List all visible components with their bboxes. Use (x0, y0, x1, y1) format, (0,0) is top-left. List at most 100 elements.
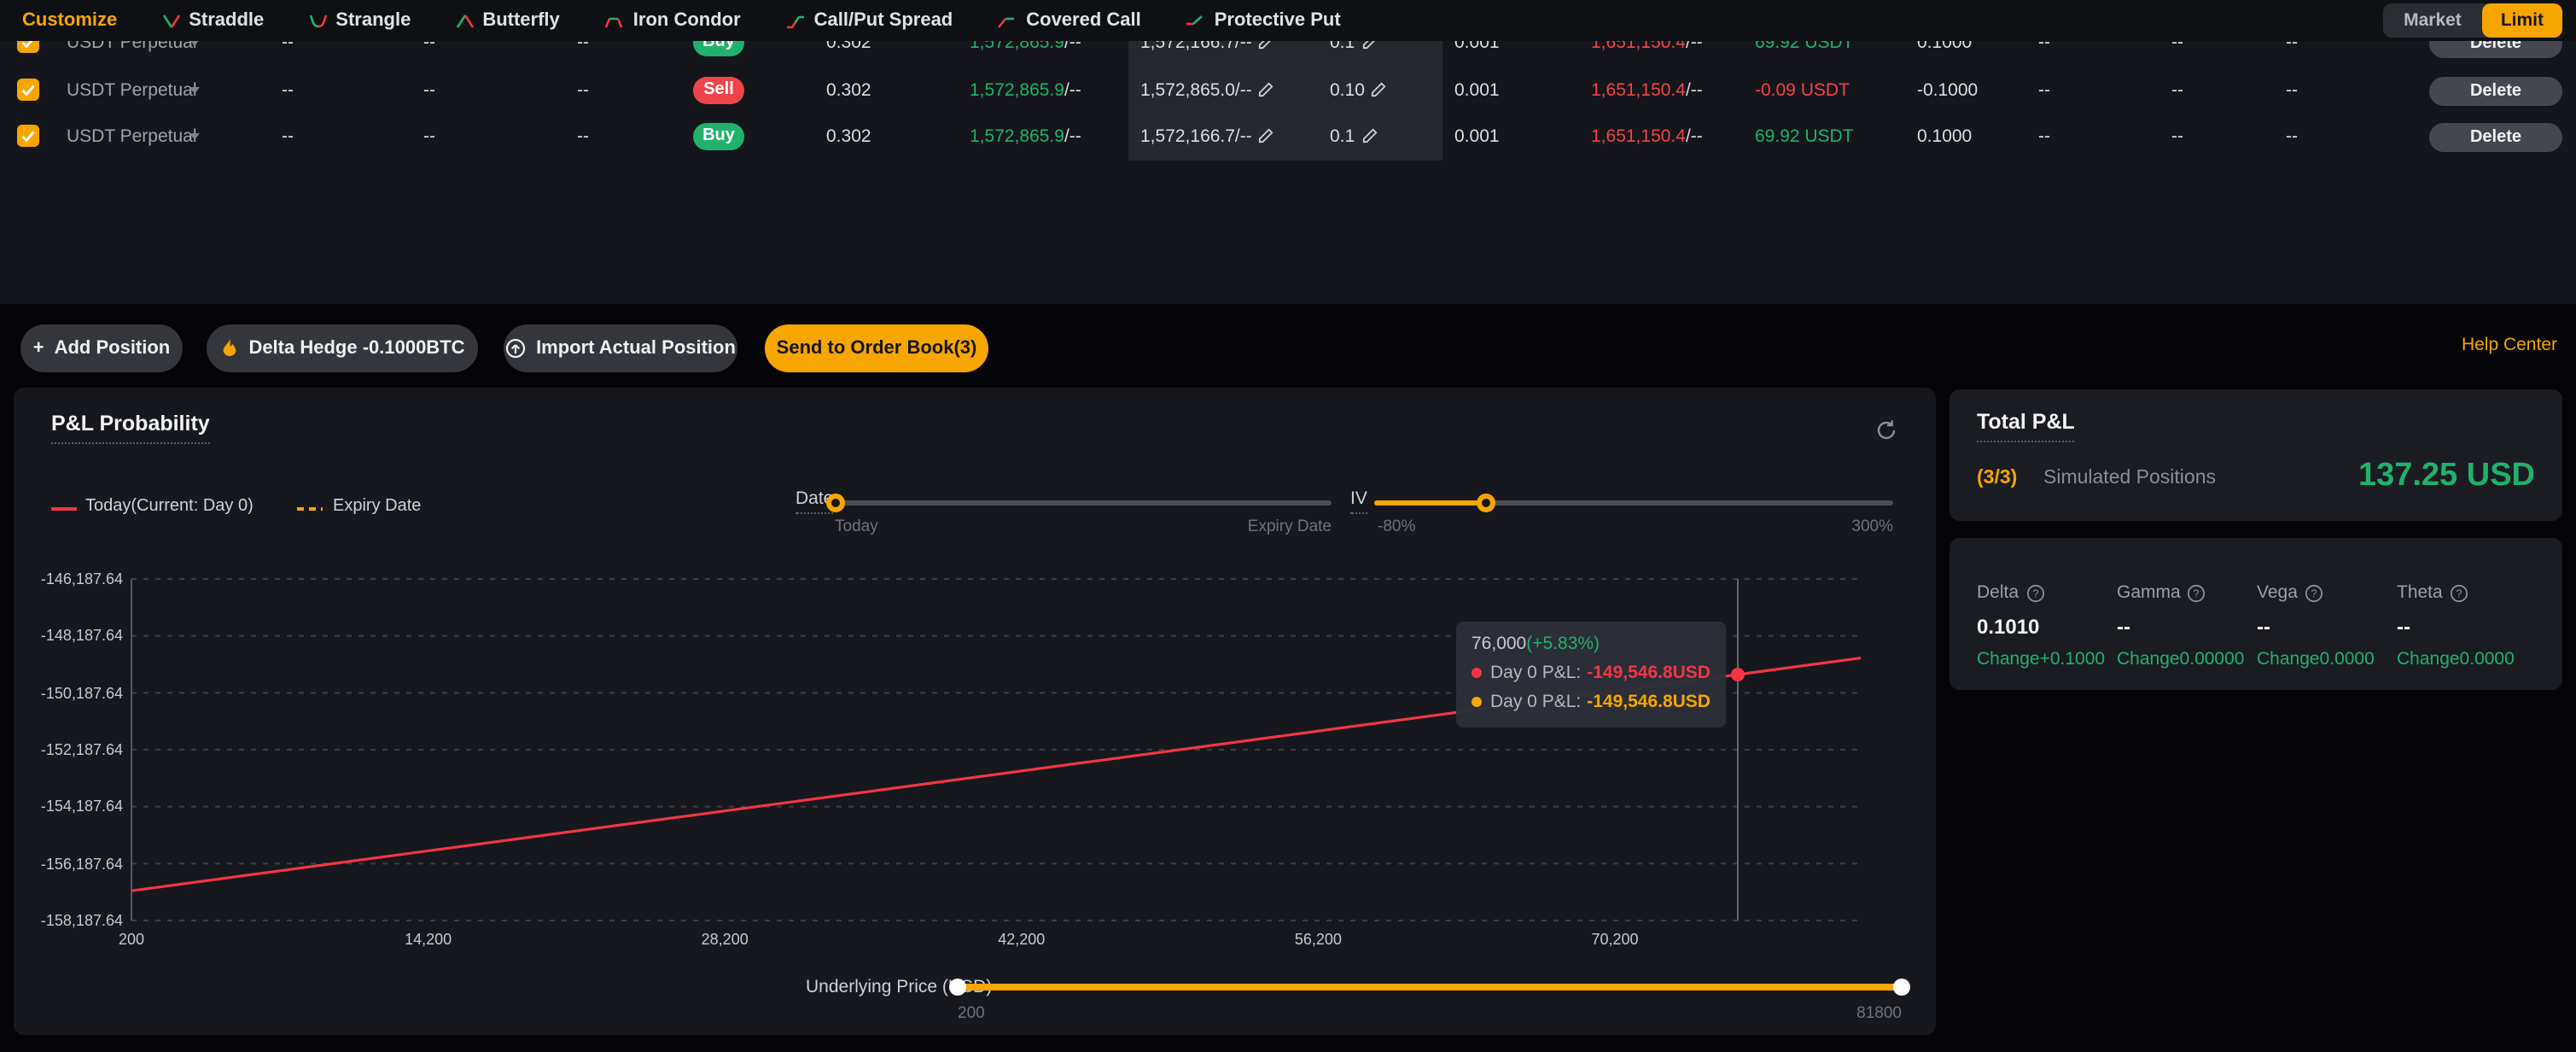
cell-qty: 0.302 (826, 66, 871, 114)
delete-button[interactable]: Delete (2429, 76, 2562, 105)
greek-delta: Delta? 0.1010 Change+0.1000 (1977, 582, 2105, 669)
iv-slider-max: 300% (1825, 517, 1893, 536)
legend-swatch-today (51, 507, 77, 511)
legend-swatch-expiry (297, 507, 323, 511)
y-tick-label: -154,187.64 (20, 798, 123, 815)
symbol-cell[interactable]: USDT Perpetual (67, 113, 197, 161)
question-icon[interactable]: ? (2025, 583, 2044, 602)
tab-customize[interactable]: Customize (22, 10, 117, 31)
iv-slider-handle[interactable] (1476, 494, 1495, 512)
price-slider-handle-max[interactable] (1893, 979, 1910, 996)
chevron-down-icon (189, 133, 200, 140)
question-icon[interactable]: ? (2450, 583, 2468, 602)
chevron-down-icon (189, 86, 200, 93)
cell-size: 0.10 (1330, 66, 1387, 115)
help-center-link[interactable]: Help Center (2462, 335, 2557, 355)
tooltip-row: Day 0 P&L: -149,546.8USD (1472, 692, 1711, 712)
refresh-icon[interactable] (1874, 418, 1898, 451)
delete-button[interactable]: Delete (2429, 123, 2562, 152)
limit-button[interactable]: Limit (2482, 3, 2562, 38)
table-row: USDT Perpetual -- -- -- Sell 0.302 1,572… (0, 66, 2576, 114)
price-slider-min: 200 (958, 1004, 985, 1023)
positions-count: (3/3) (1977, 468, 2017, 488)
svg-text:?: ? (2031, 587, 2037, 599)
total-pnl-panel: Total P&L (3/3) Simulated Positions 137.… (1949, 389, 2562, 521)
y-tick-label: -156,187.64 (20, 855, 123, 872)
positions-table-section: USDT Perpetual -- -- -- Buy 0.302 1,572,… (0, 0, 2576, 304)
cell-dash: -- (2171, 113, 2183, 161)
y-tick-label: -150,187.64 (20, 684, 123, 701)
market-button[interactable]: Market (2383, 3, 2482, 38)
edit-icon[interactable] (1361, 114, 1377, 162)
series-dot-red (1472, 668, 1482, 678)
edit-icon[interactable] (1259, 114, 1274, 162)
tab-protective-put[interactable]: Protective Put (1186, 10, 1341, 31)
tooltip-row: Day 0 P&L: -149,546.8USD (1472, 663, 1711, 683)
cell-dash: -- (2038, 113, 2050, 161)
row-checkbox[interactable] (17, 78, 39, 100)
greek-vega: Vega? -- Change0.0000 (2257, 582, 2375, 669)
legend-label-today: Today(Current: Day 0) (85, 497, 254, 516)
app-root: USDT Perpetual -- -- -- Buy 0.302 1,572,… (0, 0, 2576, 1052)
iron-condor-icon (604, 11, 625, 30)
date-slider-max: Expiry Date (1195, 517, 1332, 536)
check-icon (19, 126, 38, 145)
total-pnl-value: 137.25 USD (2358, 458, 2535, 495)
butterfly-icon (455, 11, 474, 30)
delta-hedge-button[interactable]: Delta Hedge -0.1000BTC (207, 324, 478, 372)
legend-label-expiry: Expiry Date (333, 497, 421, 516)
cell-qty: 0.302 (826, 113, 871, 161)
protective-put-icon (1186, 11, 1206, 30)
question-icon[interactable]: ? (2305, 583, 2323, 602)
strangle-icon (308, 11, 327, 30)
date-slider-track[interactable] (835, 500, 1332, 506)
cell-dash: -- (2286, 66, 2298, 114)
price-slider-track[interactable] (958, 984, 1902, 991)
side-badge[interactable]: Sell (693, 76, 744, 103)
tab-iron-condor[interactable]: Iron Condor (604, 10, 741, 31)
cell-delta: 0.1000 (1917, 113, 1972, 161)
import-position-button[interactable]: Import Actual Position (504, 324, 737, 372)
cell-entry-price: 1,572,166.7/-- (1140, 113, 1274, 162)
chart-title: P&L Probability (51, 412, 210, 444)
price-slider-max: 81800 (1833, 1004, 1902, 1023)
date-slider-handle[interactable] (825, 494, 844, 512)
flame-icon (219, 337, 238, 359)
tab-covered-call[interactable]: Covered Call (997, 10, 1141, 31)
x-tick-label: 70,200 (1564, 931, 1666, 948)
cell-dash: -- (282, 113, 294, 161)
svg-text:?: ? (2456, 587, 2462, 599)
send-to-orderbook-button[interactable]: Send to Order Book(3) (765, 324, 988, 372)
edit-icon[interactable] (1259, 67, 1274, 115)
date-slider-min: Today (835, 517, 878, 536)
add-position-button[interactable]: +Add Position (20, 324, 183, 372)
question-icon[interactable]: ? (2188, 583, 2206, 602)
cell-liq-price: 1,651,150.4/-- (1591, 113, 1703, 161)
cell-dash: -- (2171, 66, 2183, 114)
cell-pnl: -0.09 USDT (1755, 66, 1850, 114)
table-row: USDT Perpetual -- -- -- Buy 0.302 1,572,… (0, 113, 2576, 161)
x-tick-label: 200 (80, 931, 183, 948)
y-tick-label: -158,187.64 (20, 912, 123, 929)
total-pnl-title: Total P&L (1977, 410, 2075, 442)
row-checkbox[interactable] (17, 125, 39, 147)
import-icon (505, 338, 526, 359)
greek-gamma: Gamma? -- Change0.00000 (2117, 582, 2245, 669)
tab-strangle[interactable]: Strangle (308, 10, 411, 31)
cell-pnl: 69.92 USDT (1755, 113, 1854, 161)
greek-theta: Theta? -- Change0.0000 (2397, 582, 2515, 669)
cell-mark-price: 1,572,865.9/-- (970, 66, 1081, 114)
tab-butterfly[interactable]: Butterfly (455, 10, 559, 31)
side-badge[interactable]: Buy (693, 123, 744, 150)
price-slider-handle-min[interactable] (949, 979, 966, 996)
plus-icon: + (33, 338, 44, 359)
cell-im: 0.001 (1454, 113, 1500, 161)
symbol-cell[interactable]: USDT Perpetual (67, 66, 197, 114)
y-tick-label: -152,187.64 (20, 741, 123, 758)
y-tick-label: -146,187.64 (20, 570, 123, 587)
tab-callput-spread[interactable]: Call/Put Spread (785, 10, 953, 31)
cell-dash: -- (577, 113, 589, 161)
tab-straddle[interactable]: Straddle (161, 10, 264, 31)
edit-icon[interactable] (1372, 67, 1387, 115)
cell-dash: -- (423, 113, 435, 161)
